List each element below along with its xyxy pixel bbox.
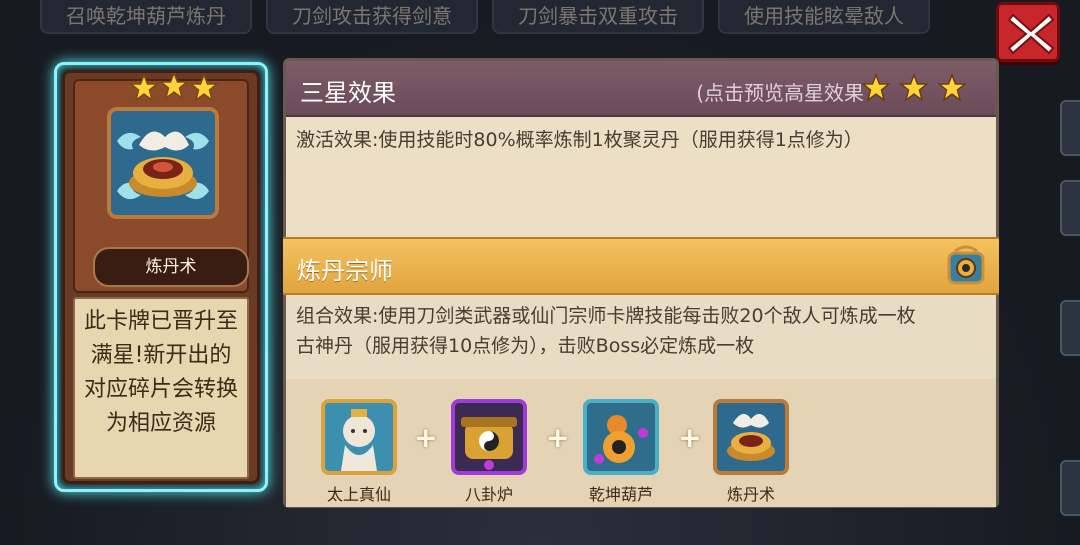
eight-trigram-furnace-icon [451,399,527,475]
star-icon [898,73,930,102]
magic-gourd-icon [583,399,659,475]
skill-card[interactable]: 炼丹术 此卡牌已晋升至满星!新开出的对应碎片会转换为相应资源 [62,70,260,484]
combo-card-qiankun-hulu[interactable]: 乾坤葫芦 [580,399,662,509]
preview-higher-star-hint[interactable]: (点击预览高星效果 [696,77,864,106]
skill-tab[interactable]: 刀剑攻击获得剑意 [266,0,478,34]
skill-tab-strip: 召唤乾坤葫芦炼丹 刀剑攻击获得剑意 刀剑暴击双重攻击 使用技能眩晕敌人 [0,0,1000,44]
skill-tab[interactable]: 召唤乾坤葫芦炼丹 [40,0,252,34]
side-card-fragment [1060,460,1080,516]
close-icon [1007,13,1055,55]
combo-card-label: 八卦炉 [464,485,513,504]
skill-tab[interactable]: 使用技能眩晕敌人 [718,0,930,34]
skill-tab[interactable]: 刀剑暴击双重攻击 [492,0,704,34]
side-card-fragment [1060,100,1080,156]
activation-effect-text: 激活效果:使用技能时80%概率炼制1枚聚灵丹（服用获得1点修为） [296,129,863,151]
star-icon [129,73,160,102]
combo-card-label: 太上真仙 [326,485,391,504]
combo-effect-text: 组合效果:使用刀剑类武器或仙门宗师卡牌技能每击败20个敌人可炼成一枚 古神丹（服… [296,301,986,361]
immortal-sage-icon [321,399,397,475]
card-description: 此卡牌已晋升至满星!新开出的对应碎片会转换为相应资源 [73,297,249,479]
card-star-rating [129,73,219,102]
star-icon [188,73,219,102]
combo-header: 炼丹宗师 [283,237,999,295]
plus-icon: + [678,421,702,454]
panel-title: 三星效果 [300,79,396,107]
activation-effect-area: 激活效果:使用技能时80%概率炼制1枚聚灵丹（服用获得1点修为） [286,117,996,235]
star-icon [158,73,190,100]
star-icon [936,73,966,102]
star-icon [862,73,892,102]
combo-card-row: 太上真仙 + 八卦炉 + 乾坤葫芦 + 炼丹术 [286,379,996,507]
header-star-rating[interactable] [862,73,966,103]
plus-icon: + [414,421,438,454]
plus-icon: + [546,421,570,454]
alchemy-cauldron-art [107,107,219,219]
side-card-fragment [1060,300,1080,356]
combo-card-label: 乾坤葫芦 [588,485,653,504]
combo-badge-icon [947,245,985,285]
side-card-fragment [1060,180,1080,236]
card-frame: 炼丹术 [73,73,249,293]
alchemy-cauldron-icon [713,399,789,475]
card-name: 炼丹术 [93,247,249,287]
combo-card-label: 炼丹术 [726,485,775,504]
combo-title: 炼丹宗师 [297,257,393,285]
combo-card-bagua-lu[interactable]: 八卦炉 [448,399,530,509]
combo-effect-line: 组合效果:使用刀剑类武器或仙门宗师卡牌技能每击败20个敌人可炼成一枚 [296,305,916,327]
combo-effect-line: 古神丹（服用获得10点修为），击败Boss必定炼成一枚 [296,335,755,357]
effect-panel: 三星效果 (点击预览高星效果 激活效果:使用技能时80%概率炼制1枚聚灵丹（服用… [283,58,999,508]
combo-card-taishang-zhenxian[interactable]: 太上真仙 [318,399,400,509]
combo-card-liandan-shu[interactable]: 炼丹术 [710,399,792,509]
panel-header: 三星效果 (点击预览高星效果 [286,61,996,117]
close-button[interactable] [996,2,1060,62]
